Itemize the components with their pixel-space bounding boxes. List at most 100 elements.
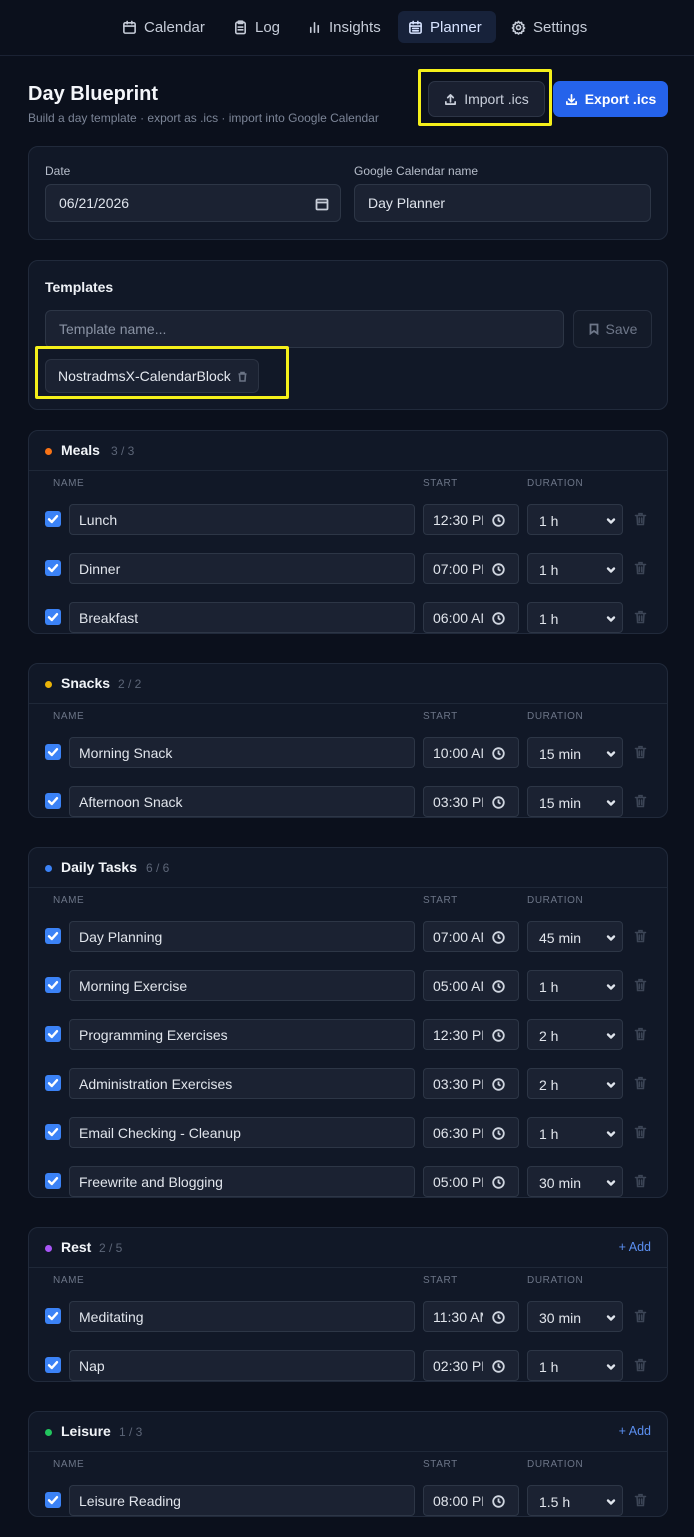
item-checkbox[interactable]	[45, 1026, 61, 1042]
item-checkbox[interactable]	[45, 1492, 61, 1508]
item-name-input[interactable]: Meditating	[69, 1301, 415, 1332]
item-start-input[interactable]: 10:00 AM	[423, 737, 519, 768]
clock-icon[interactable]	[492, 514, 505, 527]
item-checkbox[interactable]	[45, 928, 61, 944]
delete-item-button[interactable]	[634, 610, 647, 624]
item-checkbox[interactable]	[45, 1124, 61, 1140]
item-name-input[interactable]: Day Planning	[69, 921, 415, 952]
item-checkbox[interactable]	[45, 744, 61, 760]
item-start-input[interactable]: 05:00 AM	[423, 970, 519, 1001]
clock-icon[interactable]	[492, 563, 505, 576]
item-duration-select[interactable]: 30 min	[527, 1301, 623, 1332]
item-name-input[interactable]: Freewrite and Blogging	[69, 1166, 415, 1197]
item-duration-select[interactable]: 30 min	[527, 1166, 623, 1197]
save-template-button[interactable]: Save	[573, 310, 652, 348]
item-duration-select[interactable]: 1 h	[527, 1117, 623, 1148]
item-checkbox[interactable]	[45, 511, 61, 527]
item-checkbox[interactable]	[45, 560, 61, 576]
clock-icon[interactable]	[492, 747, 505, 760]
nav-settings[interactable]: Settings	[501, 11, 597, 43]
item-name-input[interactable]: Nap	[69, 1350, 415, 1381]
delete-item-button[interactable]	[634, 929, 647, 943]
item-start-input[interactable]: 03:30 PM	[423, 786, 519, 817]
item-duration-select[interactable]: 1 h	[527, 602, 623, 633]
calendar-picker-icon[interactable]	[315, 197, 329, 211]
item-checkbox[interactable]	[45, 793, 61, 809]
item-name-input[interactable]: Breakfast	[69, 602, 415, 633]
item-name-input[interactable]: Dinner	[69, 553, 415, 584]
item-checkbox[interactable]	[45, 977, 61, 993]
clock-icon[interactable]	[492, 1078, 505, 1091]
item-duration-select[interactable]: 1.5 h	[527, 1485, 623, 1516]
item-duration-select[interactable]: 1 h	[527, 553, 623, 584]
item-name-input[interactable]: Leisure Reading	[69, 1485, 415, 1516]
delete-item-button[interactable]	[634, 978, 647, 992]
item-duration-select[interactable]: 2 h	[527, 1068, 623, 1099]
item-duration-select[interactable]: 1 h	[527, 1350, 623, 1381]
clock-icon[interactable]	[492, 612, 505, 625]
item-start-input[interactable]: 08:00 PM	[423, 1485, 519, 1516]
item-checkbox[interactable]	[45, 1357, 61, 1373]
item-name-input[interactable]: Afternoon Snack	[69, 786, 415, 817]
item-start-input[interactable]: 07:00 PM	[423, 553, 519, 584]
item-start-input[interactable]: 12:30 PM	[423, 504, 519, 535]
delete-item-button[interactable]	[634, 1125, 647, 1139]
date-input[interactable]: 06/21/2026	[45, 184, 341, 222]
item-duration-select[interactable]: 1 h	[527, 970, 623, 1001]
item-checkbox[interactable]	[45, 1308, 61, 1324]
clock-icon[interactable]	[492, 796, 505, 809]
delete-item-button[interactable]	[634, 1493, 647, 1507]
delete-item-button[interactable]	[634, 1027, 647, 1041]
item-start-input[interactable]: 02:30 PM	[423, 1350, 519, 1381]
nav-insights[interactable]: Insights	[297, 11, 391, 43]
delete-item-button[interactable]	[634, 561, 647, 575]
item-checkbox[interactable]	[45, 1075, 61, 1091]
clock-icon[interactable]	[492, 1360, 505, 1373]
clock-icon[interactable]	[492, 931, 505, 944]
add-item-button[interactable]: + Add	[619, 1240, 651, 1254]
nav-planner[interactable]: Planner	[398, 11, 496, 43]
delete-item-button[interactable]	[634, 1174, 647, 1188]
clock-icon[interactable]	[492, 980, 505, 993]
delete-item-button[interactable]	[634, 794, 647, 808]
nav-log[interactable]: Log	[223, 11, 290, 43]
item-name-input[interactable]: Morning Snack	[69, 737, 415, 768]
delete-item-button[interactable]	[634, 745, 647, 759]
item-name-input[interactable]: Morning Exercise	[69, 970, 415, 1001]
item-name-input[interactable]: Email Checking - Cleanup	[69, 1117, 415, 1148]
item-duration-select[interactable]: 45 min	[527, 921, 623, 952]
item-start-input[interactable]: 03:30 PM	[423, 1068, 519, 1099]
item-duration-select[interactable]: 15 min	[527, 737, 623, 768]
trash-icon[interactable]	[237, 371, 248, 382]
delete-item-button[interactable]	[634, 1358, 647, 1372]
item-duration-select[interactable]: 1 h	[527, 504, 623, 535]
clock-icon[interactable]	[492, 1311, 505, 1324]
template-chip[interactable]: NostradmsX-CalendarBlock	[45, 359, 259, 393]
item-start-input[interactable]: 06:30 PM	[423, 1117, 519, 1148]
clock-icon[interactable]	[492, 1127, 505, 1140]
item-start-input[interactable]: 12:30 PM	[423, 1019, 519, 1050]
item-duration-select[interactable]: 2 h	[527, 1019, 623, 1050]
item-checkbox[interactable]	[45, 609, 61, 625]
item-start-input[interactable]: 07:00 AM	[423, 921, 519, 952]
item-checkbox[interactable]	[45, 1173, 61, 1189]
delete-item-button[interactable]	[634, 512, 647, 526]
clock-icon[interactable]	[492, 1495, 505, 1508]
delete-item-button[interactable]	[634, 1076, 647, 1090]
item-duration-select[interactable]: 15 min	[527, 786, 623, 817]
delete-item-button[interactable]	[634, 1309, 647, 1323]
template-name-input[interactable]: Template name...	[45, 310, 564, 348]
clock-icon[interactable]	[492, 1176, 505, 1189]
item-start-input[interactable]: 06:00 AM	[423, 602, 519, 633]
item-name-input[interactable]: Lunch	[69, 504, 415, 535]
add-item-button[interactable]: + Add	[619, 1424, 651, 1438]
item-start-input[interactable]: 11:30 AM	[423, 1301, 519, 1332]
nav-calendar[interactable]: Calendar	[112, 11, 215, 43]
item-name-input[interactable]: Administration Exercises	[69, 1068, 415, 1099]
export-ics-button[interactable]: Export .ics	[553, 81, 668, 117]
item-name-input[interactable]: Programming Exercises	[69, 1019, 415, 1050]
item-start-input[interactable]: 05:00 PM	[423, 1166, 519, 1197]
import-ics-button[interactable]: Import .ics	[428, 81, 545, 117]
clock-icon[interactable]	[492, 1029, 505, 1042]
calendar-name-input[interactable]: Day Planner	[354, 184, 651, 222]
